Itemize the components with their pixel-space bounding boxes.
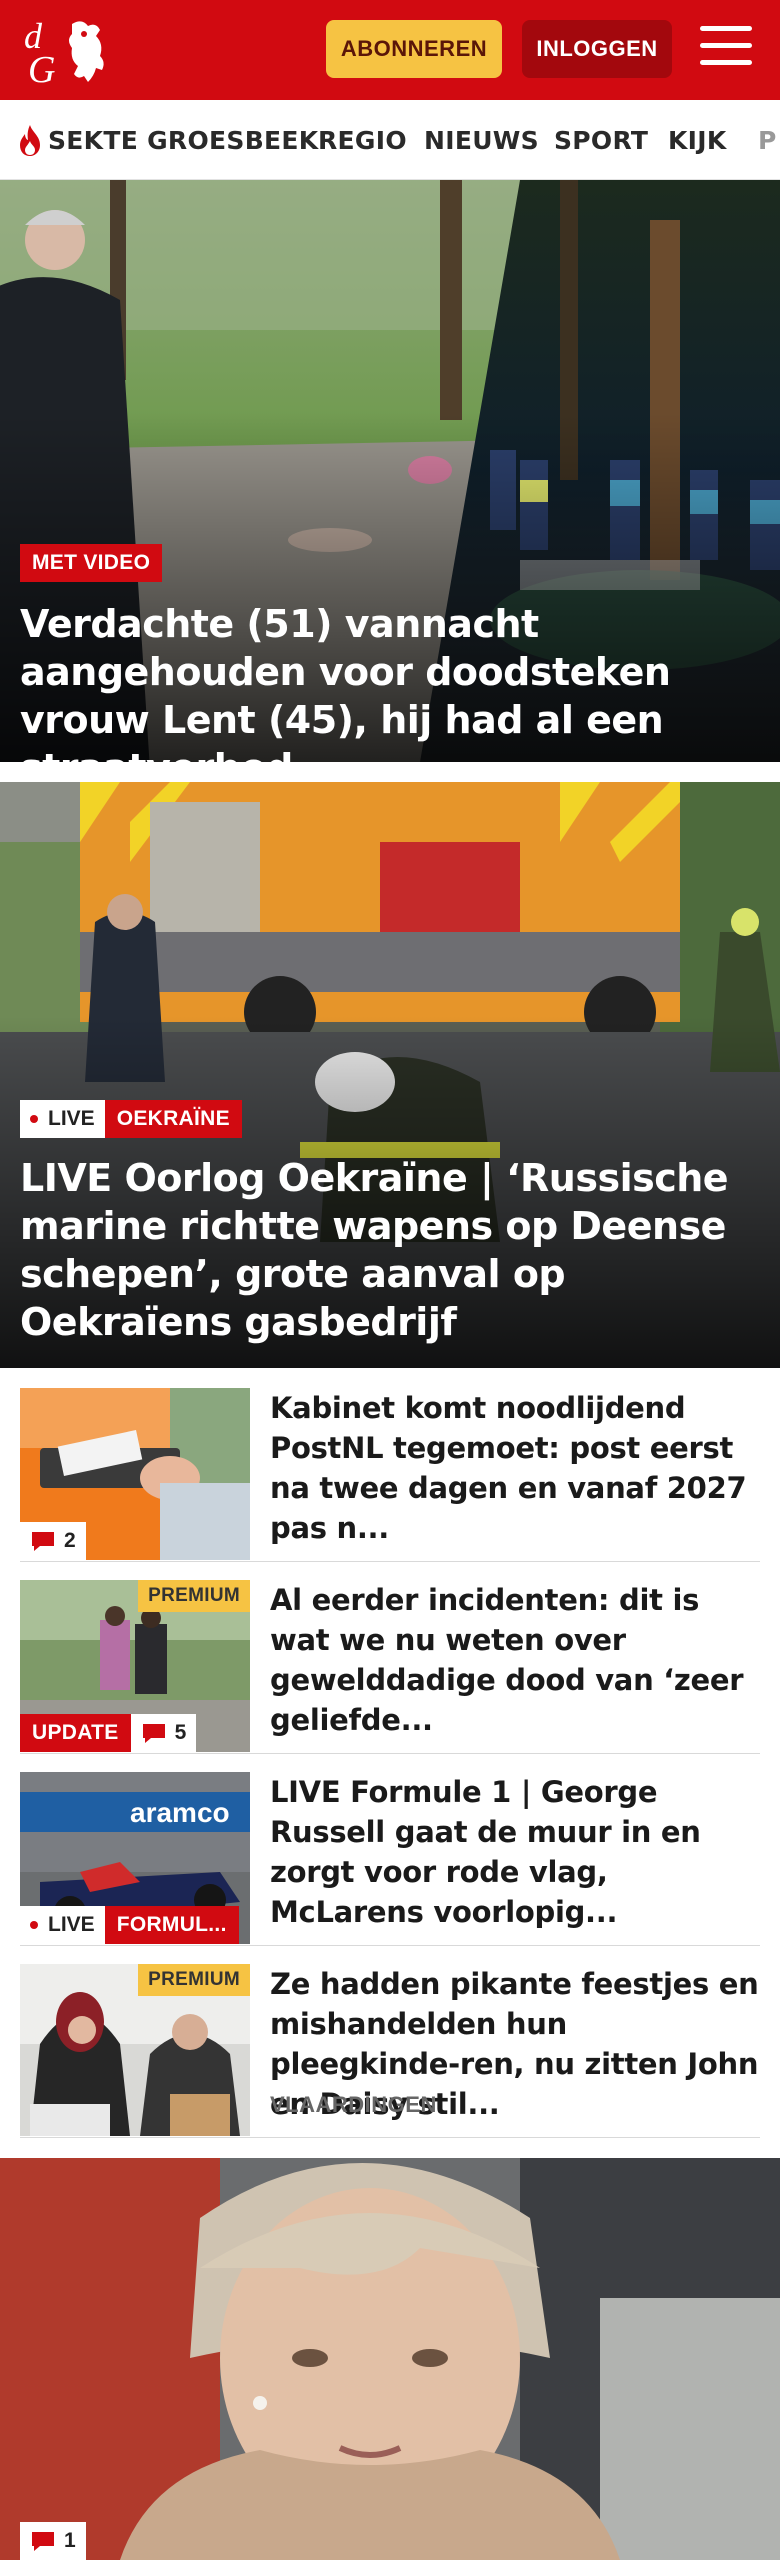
comment-icon [32,2532,54,2551]
flame-icon [20,125,40,156]
hero-1-tags: MET VIDEO [20,544,163,582]
list-item[interactable]: PREMIUM Ze hadden pikante feestjes en mi… [20,1964,760,2138]
category-tag: FORMUL... [104,1906,239,1944]
update-tag: UPDATE [20,1714,131,1752]
login-button[interactable]: INLOGGEN [522,20,672,78]
article-4-thumbnail: PREMIUM [20,1964,250,2136]
thumb-footer: UPDATE 5 [20,1714,197,1752]
comment-icon [142,1724,165,1743]
comment-count-value: 5 [174,1721,187,1744]
comment-count[interactable]: 2 [20,1522,86,1560]
nav-item-kijk[interactable]: KIJK [668,100,727,179]
hamburger-menu-icon[interactable] [700,26,752,70]
article-3-title[interactable]: LIVE Formule 1 | George Russell gaat de … [270,1772,760,1932]
site-header: d G ABONNEREN INLOGGEN [0,0,780,100]
comment-icon [32,1532,54,1551]
premium-badge: PREMIUM [138,1580,250,1612]
thumb-footer: LIVE FORMUL... [20,1906,239,1944]
article-3-thumbnail: aramco LIVE FORMUL... [20,1772,250,1944]
list-item[interactable]: PREMIUM UPDATE 5 Al eerder incidenten: d… [20,1580,760,1754]
live-dot-icon [30,1921,38,1929]
nav-item-sekte-groesbeek[interactable]: SEKTE GROESBEEK [16,100,319,179]
dg-logo[interactable]: d G [22,14,122,86]
article-4-location: VLAARDINGEN [270,2092,437,2117]
nav-item-sport[interactable]: SPORT [554,100,648,179]
live-tag: LIVE [20,1906,105,1944]
nav-item-regio[interactable]: REGIO [318,100,407,179]
comment-count-value: 2 [64,1529,76,1552]
hero-3-footer: 1 [20,2522,86,2560]
svg-text:aramco: aramco [130,1797,230,1828]
article-1-title[interactable]: Kabinet komt noodlijdend PostNL tegemoet… [270,1388,760,1548]
live-tag: LIVE [20,1100,105,1138]
hero-3-photo [0,2158,780,2560]
comment-count[interactable]: 5 [130,1714,197,1752]
article-2-title[interactable]: Al eerder incidenten: dit is wat we nu w… [270,1580,760,1740]
hero-article-2[interactable]: LIVE OEKRAÏNE LIVE Oorlog Oekraïne | ‘Ru… [0,782,780,1368]
hero-2-tags: LIVE OEKRAÏNE [20,1100,242,1138]
article-1-thumbnail: 2 [20,1388,250,1560]
premium-badge: PREMIUM [138,1964,250,1996]
hero-article-1[interactable]: MET VIDEO Verdachte (51) vannacht aangeh… [0,180,780,762]
nav-item-more[interactable]: P [758,100,777,179]
svg-text:G: G [28,49,55,86]
list-item[interactable]: 2 Kabinet komt noodlijdend PostNL tegemo… [20,1388,760,1562]
live-label: LIVE [48,1913,95,1936]
nav-item-nieuws[interactable]: NIEUWS [424,100,539,179]
hero-article-3[interactable]: 1 [0,2158,780,2560]
nav-label: SEKTE GROESBEEK [48,125,319,155]
video-tag: MET VIDEO [20,544,163,582]
comment-count-value: 1 [64,2529,76,2552]
subscribe-button[interactable]: ABONNEREN [326,20,502,78]
category-tag: OEKRAÏNE [104,1100,242,1138]
thumb-footer: 2 [20,1522,86,1560]
live-dot-icon [30,1115,38,1123]
live-label: LIVE [48,1107,95,1130]
comment-count[interactable]: 1 [20,2522,86,2560]
hero-2-title[interactable]: LIVE Oorlog Oekraïne | ‘Russische marine… [20,1154,762,1346]
list-item[interactable]: aramco LIVE FORMUL... LIVE Formule 1 | G… [20,1772,760,1946]
hero-1-title[interactable]: Verdachte (51) vannacht aangehouden voor… [20,600,762,762]
article-2-thumbnail: PREMIUM UPDATE 5 [20,1580,250,1752]
section-nav: SEKTE GROESBEEK REGIO NIEUWS SPORT KIJK … [0,100,780,180]
